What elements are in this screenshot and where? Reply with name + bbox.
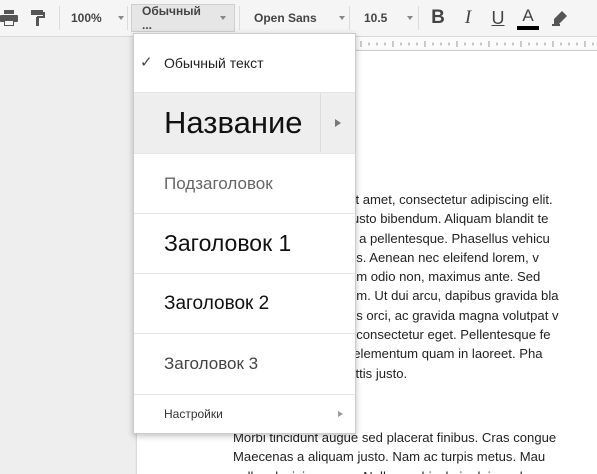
highlighter-icon: [552, 11, 567, 26]
menu-item-label: Настройки: [164, 407, 223, 421]
menu-item-heading-3[interactable]: Заголовок 3: [134, 334, 355, 395]
menu-item-label: Обычный текст: [164, 55, 264, 71]
document-line: or elementum quam in laoreet. Pha: [338, 346, 543, 362]
menu-item-label: Заголовок 1: [164, 230, 292, 256]
print-icon: [0, 10, 18, 26]
menu-item-label: Подзаголовок: [164, 173, 273, 193]
zoom-value: 100%: [71, 11, 102, 25]
document-line: mus. Aenean nec eleifend lorem, v: [338, 249, 539, 265]
chevron-right-icon: [338, 411, 343, 417]
menu-item-title[interactable]: Название: [134, 93, 355, 154]
document-line: r sit amet, consectetur adipiscing elit.: [338, 192, 553, 207]
menu-item-label: Название: [164, 105, 303, 140]
italic-button[interactable]: I: [456, 4, 480, 32]
text-color-button[interactable]: A: [515, 4, 541, 32]
toolbar-divider: [418, 6, 419, 30]
paragraph-style-select[interactable]: Обычный ...: [131, 4, 235, 32]
chevron-down-icon: [117, 16, 124, 20]
text-color-letter: A: [522, 5, 534, 25]
toolbar-divider: [127, 6, 128, 30]
paint-format-icon: [31, 10, 45, 26]
chevron-down-icon: [220, 16, 226, 20]
document-line: ue consectetur eget. Pellentesque fe: [338, 327, 551, 343]
paint-format-button[interactable]: [30, 4, 50, 32]
paragraph-style-value: Обычный ...: [142, 4, 201, 32]
document-line: n justo bibendum. Aliquam blandit te: [338, 211, 549, 227]
menu-item-label: Заголовок 2: [164, 292, 270, 314]
document-paragraph-1[interactable]: r sit amet, consectetur adipiscing elit.…: [338, 190, 559, 383]
title-submenu-button[interactable]: [320, 93, 355, 152]
font-value: Open Sans: [254, 11, 317, 25]
document-line: Maecenas a aliquam justo. Nam ac turpis …: [233, 449, 546, 465]
toolbar-divider: [239, 6, 240, 30]
underline-button[interactable]: U: [486, 4, 510, 32]
menu-item-heading-2[interactable]: Заголовок 2: [134, 274, 355, 334]
ruler-ticks: [360, 41, 594, 47]
document-line: ortis orci, ac gravida magna volutpat v: [338, 307, 559, 323]
menu-item-settings[interactable]: Настройки: [134, 395, 355, 433]
document-paragraph-2[interactable]: Morbi tincidunt augue sed placerat finib…: [233, 428, 556, 474]
paragraph-style-menu: ✓ Обычный текст Название Подзаголовок За…: [133, 33, 356, 434]
chevron-down-icon: [407, 16, 414, 20]
chevron-down-icon: [338, 16, 345, 20]
highlight-button[interactable]: [552, 4, 572, 32]
checkmark-icon: ✓: [140, 54, 153, 71]
document-line: nulla a lacinia magna. Nullam vehicula i…: [233, 467, 556, 474]
horizontal-ruler[interactable]: [355, 37, 597, 51]
document-line: mum. Ut dui arcu, dapibus gravida bla: [338, 288, 559, 304]
font-size-value: 10.5: [364, 11, 388, 25]
menu-item-label: Заголовок 3: [164, 354, 259, 373]
document-line: agittis justo.: [338, 365, 408, 381]
toolbar: 100% Обычный ... Open Sans 10.5 B I U A: [0, 0, 597, 37]
document-line: ntum odio non, maximus ante. Sed: [338, 269, 541, 285]
toolbar-divider: [59, 6, 60, 30]
bold-button[interactable]: B: [426, 4, 450, 32]
toolbar-divider: [349, 6, 350, 30]
menu-item-heading-1[interactable]: Заголовок 1: [134, 214, 355, 274]
font-size-select[interactable]: 10.5: [364, 4, 414, 32]
menu-item-normal-text[interactable]: ✓ Обычный текст: [134, 34, 355, 93]
zoom-select[interactable]: 100%: [71, 4, 124, 32]
print-button[interactable]: [0, 4, 20, 32]
menu-item-subtitle[interactable]: Подзаголовок: [134, 154, 355, 214]
chevron-right-icon: [335, 118, 341, 127]
font-select[interactable]: Open Sans: [254, 4, 345, 32]
document-line: tus a pellentesque. Phasellus vehicu: [338, 230, 550, 246]
text-color-swatch: [517, 25, 539, 30]
